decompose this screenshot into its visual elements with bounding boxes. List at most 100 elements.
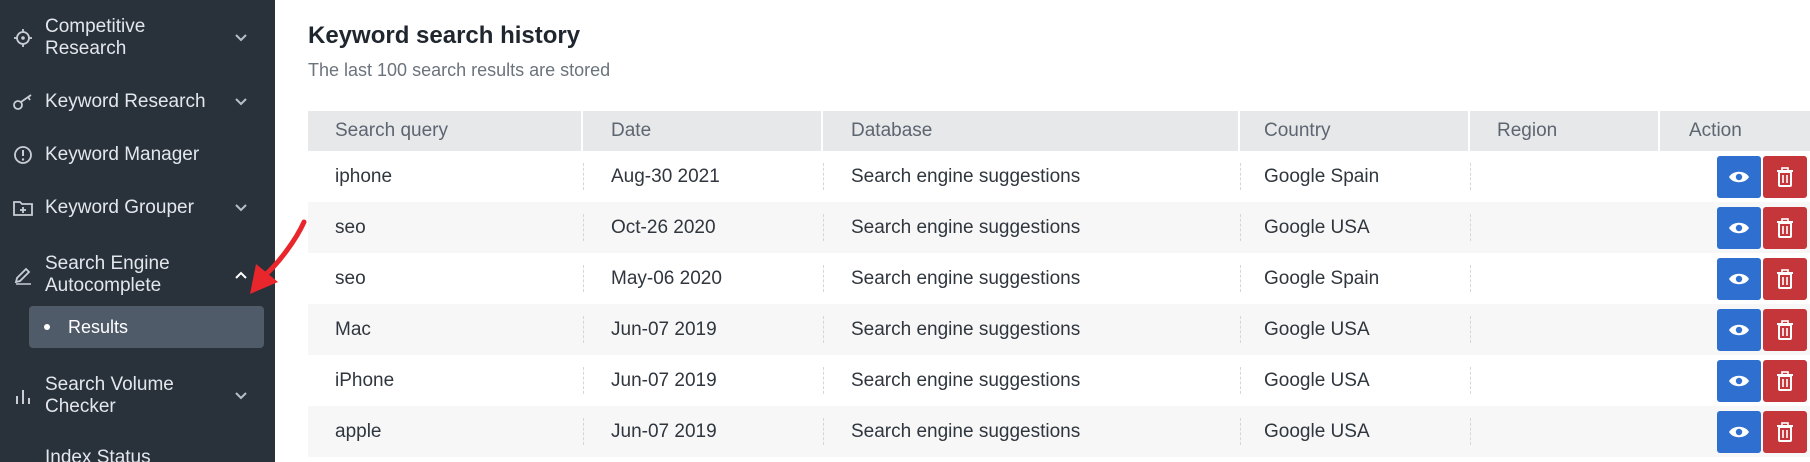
column-divider: [1470, 163, 1471, 190]
sidebar-item-label: Keyword Grouper: [45, 197, 194, 218]
cell-date: Aug-30 2021: [611, 166, 720, 187]
chevron-up-icon: [232, 266, 250, 284]
folder-plus-icon: [12, 197, 34, 219]
key-icon: [12, 91, 34, 113]
column-divider: [1470, 316, 1471, 343]
table-row: apple Jun-07 2019 Search engine suggesti…: [308, 406, 1810, 457]
pencil-icon: [12, 264, 34, 286]
cell-database: Search engine suggestions: [851, 370, 1081, 391]
column-divider: [1240, 163, 1241, 190]
info-circle-icon: [12, 144, 34, 166]
sidebar-item-index-status[interactable]: Index Status: [0, 444, 275, 462]
column-divider: [1658, 111, 1660, 151]
trash-icon: [1777, 167, 1793, 187]
bullet-dot: [44, 324, 50, 330]
cell-search-query: iphone: [335, 166, 393, 187]
chevron-down-icon: [232, 29, 250, 47]
cell-date: Jun-07 2019: [611, 421, 717, 442]
chevron-down-icon: [232, 93, 250, 111]
column-divider: [1470, 367, 1471, 394]
delete-button[interactable]: [1763, 411, 1807, 453]
view-button[interactable]: [1717, 309, 1761, 351]
column-header-search-query[interactable]: Search query: [335, 111, 448, 151]
sidebar-item-keyword-manager[interactable]: Keyword Manager: [0, 135, 275, 175]
column-divider: [583, 163, 584, 190]
sidebar-item-keyword-grouper[interactable]: Keyword Grouper: [0, 188, 275, 228]
column-divider: [823, 367, 824, 394]
column-divider: [1240, 367, 1241, 394]
trash-icon: [1777, 320, 1793, 340]
column-divider: [823, 418, 824, 445]
column-divider: [1240, 214, 1241, 241]
cell-country: Google USA: [1264, 319, 1370, 340]
target-icon: [12, 27, 34, 49]
delete-button[interactable]: [1763, 258, 1807, 300]
sidebar-subitem-results[interactable]: Results: [29, 306, 264, 348]
view-button[interactable]: [1717, 360, 1761, 402]
cell-database: Search engine suggestions: [851, 421, 1081, 442]
cell-country: Google USA: [1264, 217, 1370, 238]
column-divider: [583, 367, 584, 394]
sidebar-item-competitive-research[interactable]: Competitive Research: [0, 12, 275, 62]
view-button[interactable]: [1717, 258, 1761, 300]
cell-date: Oct-26 2020: [611, 217, 716, 238]
trash-icon: [1777, 371, 1793, 391]
table-row: Mac Jun-07 2019 Search engine suggestion…: [308, 304, 1810, 355]
delete-button[interactable]: [1763, 207, 1807, 249]
view-button[interactable]: [1717, 207, 1761, 249]
eye-icon: [1729, 426, 1749, 438]
sidebar-item-label: Keyword Manager: [45, 144, 200, 165]
page-subtitle: The last 100 search results are stored: [308, 60, 611, 80]
table-row: seo May-06 2020 Search engine suggestion…: [308, 253, 1810, 304]
chevron-down-icon: [232, 387, 250, 405]
sidebar-item-label: Search Engine Autocomplete: [45, 253, 170, 296]
cell-country: Google Spain: [1264, 268, 1380, 289]
column-divider: [823, 316, 824, 343]
column-header-country[interactable]: Country: [1264, 111, 1331, 151]
search-history-table: Search query Date Database Country Regio…: [308, 111, 1810, 457]
sidebar-item-search-engine-autocomplete[interactable]: Search Engine Autocomplete: [0, 250, 275, 300]
column-divider: [581, 111, 583, 151]
trash-icon: [1777, 269, 1793, 289]
column-divider: [1468, 111, 1470, 151]
cell-date: Jun-07 2019: [611, 370, 717, 391]
column-header-database[interactable]: Database: [851, 111, 932, 151]
column-divider: [583, 214, 584, 241]
cell-date: Jun-07 2019: [611, 319, 717, 340]
trash-icon: [1777, 218, 1793, 238]
sidebar-item-search-volume-checker[interactable]: Search Volume Checker: [0, 370, 275, 422]
view-button[interactable]: [1717, 411, 1761, 453]
column-divider: [583, 316, 584, 343]
view-button[interactable]: [1717, 156, 1761, 198]
sidebar-item-keyword-research[interactable]: Keyword Research: [0, 82, 275, 122]
bar-chart-icon: [12, 385, 34, 407]
cell-search-query: seo: [335, 268, 366, 289]
delete-button[interactable]: [1763, 309, 1807, 351]
column-divider: [1470, 214, 1471, 241]
cell-country: Google USA: [1264, 370, 1370, 391]
eye-icon: [1729, 375, 1749, 387]
cell-search-query: iPhone: [335, 370, 395, 391]
delete-button[interactable]: [1763, 156, 1807, 198]
cell-database: Search engine suggestions: [851, 217, 1081, 238]
column-divider: [1470, 265, 1471, 292]
column-header-region[interactable]: Region: [1497, 111, 1557, 151]
column-divider: [823, 214, 824, 241]
cell-database: Search engine suggestions: [851, 166, 1081, 187]
eye-icon: [1729, 273, 1749, 285]
sidebar-item-label: Index Status: [45, 447, 151, 462]
column-divider: [823, 265, 824, 292]
cell-database: Search engine suggestions: [851, 319, 1081, 340]
page-title: Keyword search history: [308, 22, 581, 49]
cell-database: Search engine suggestions: [851, 268, 1081, 289]
table-header: Search query Date Database Country Regio…: [308, 111, 1810, 151]
column-divider: [1238, 111, 1240, 151]
cell-date: May-06 2020: [611, 268, 722, 289]
column-divider: [1240, 418, 1241, 445]
table-row: iphone Aug-30 2021 Search engine suggest…: [308, 151, 1810, 202]
column-header-action: Action: [1689, 120, 1742, 141]
column-divider: [1470, 418, 1471, 445]
column-header-date[interactable]: Date: [611, 111, 651, 151]
delete-button[interactable]: [1763, 360, 1807, 402]
cell-country: Google Spain: [1264, 166, 1380, 187]
